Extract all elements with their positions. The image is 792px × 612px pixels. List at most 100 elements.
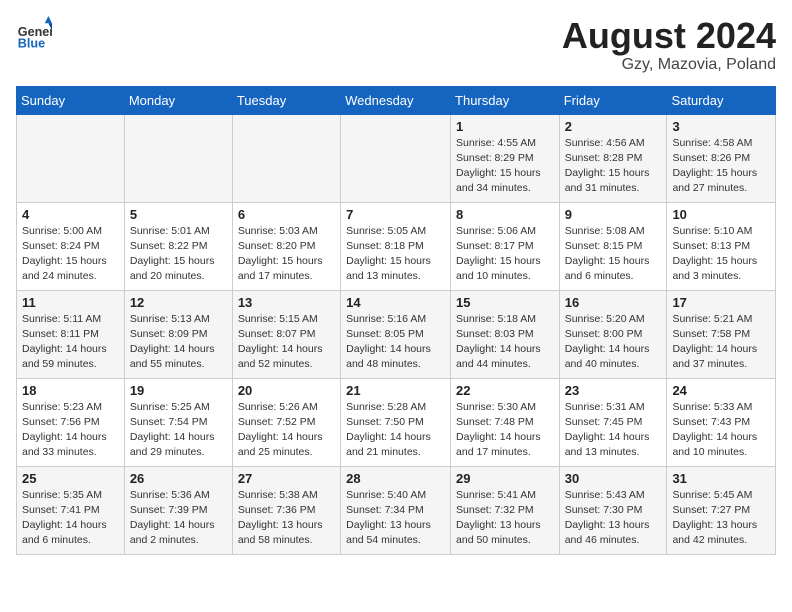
calendar-cell: 26 Sunrise: 5:36 AM Sunset: 7:39 PM Dayli… xyxy=(124,466,232,554)
calendar-week-row: 18 Sunrise: 5:23 AM Sunset: 7:56 PM Dayli… xyxy=(17,378,776,466)
calendar-cell: 8Sunrise: 5:06 AM Sunset: 8:17 PM Daylig… xyxy=(451,202,560,290)
day-number: 19 xyxy=(130,383,227,398)
day-info: Sunrise: 5:45 AM Sunset: 7:27 PM Dayligh… xyxy=(672,488,770,549)
calendar-cell: 5 Sunrise: 5:01 AM Sunset: 8:22 PM Daylig… xyxy=(124,202,232,290)
day-number: 10 xyxy=(672,207,770,222)
day-info: Sunrise: 5:01 AM Sunset: 8:22 PM Dayligh… xyxy=(130,224,227,285)
weekday-header-friday: Friday xyxy=(559,86,667,114)
calendar-week-row: 1 Sunrise: 4:55 AM Sunset: 8:29 PM Daylig… xyxy=(17,114,776,202)
day-number: 22 xyxy=(456,383,554,398)
day-number: 5 xyxy=(130,207,227,222)
calendar-cell: 2 Sunrise: 4:56 AM Sunset: 8:28 PM Daylig… xyxy=(559,114,667,202)
calendar-cell xyxy=(232,114,340,202)
day-info: Sunrise: 5:05 AM Sunset: 8:18 PM Dayligh… xyxy=(346,224,445,285)
calendar-cell: 20 Sunrise: 5:26 AM Sunset: 7:52 PM Dayli… xyxy=(232,378,340,466)
weekday-header-row: SundayMondayTuesdayWednesdayThursdayFrid… xyxy=(17,86,776,114)
day-info: Sunrise: 5:30 AM Sunset: 7:48 PM Dayligh… xyxy=(456,400,554,461)
svg-text:Blue: Blue xyxy=(18,37,45,51)
calendar-cell: 29 Sunrise: 5:41 AM Sunset: 7:32 PM Dayli… xyxy=(451,466,560,554)
day-info: Sunrise: 5:35 AM Sunset: 7:41 PM Dayligh… xyxy=(22,488,119,549)
day-number: 1 xyxy=(456,119,554,134)
calendar-cell: 12Sunrise: 5:13 AM Sunset: 8:09 PM Dayli… xyxy=(124,290,232,378)
day-info: Sunrise: 5:11 AM Sunset: 8:11 PM Dayligh… xyxy=(22,312,119,373)
calendar-cell: 30 Sunrise: 5:43 AM Sunset: 7:30 PM Dayli… xyxy=(559,466,667,554)
day-number: 4 xyxy=(22,207,119,222)
day-info: Sunrise: 5:03 AM Sunset: 8:20 PM Dayligh… xyxy=(238,224,335,285)
day-number: 25 xyxy=(22,471,119,486)
logo: General Blue xyxy=(16,16,52,52)
day-number: 27 xyxy=(238,471,335,486)
calendar-table: SundayMondayTuesdayWednesdayThursdayFrid… xyxy=(16,86,776,555)
calendar-cell: 19 Sunrise: 5:25 AM Sunset: 7:54 PM Dayli… xyxy=(124,378,232,466)
day-info: Sunrise: 5:38 AM Sunset: 7:36 PM Dayligh… xyxy=(238,488,335,549)
weekday-header-thursday: Thursday xyxy=(451,86,560,114)
day-number: 24 xyxy=(672,383,770,398)
day-info: Sunrise: 5:08 AM Sunset: 8:15 PM Dayligh… xyxy=(565,224,662,285)
calendar-cell: 17 Sunrise: 5:21 AM Sunset: 7:58 PM Dayli… xyxy=(667,290,776,378)
day-number: 28 xyxy=(346,471,445,486)
day-number: 13 xyxy=(238,295,335,310)
calendar-cell xyxy=(341,114,451,202)
day-number: 14 xyxy=(346,295,445,310)
day-info: Sunrise: 5:43 AM Sunset: 7:30 PM Dayligh… xyxy=(565,488,662,549)
title-block: August 2024 Gzy, Mazovia, Poland xyxy=(562,16,776,74)
calendar-cell: 16Sunrise: 5:20 AM Sunset: 8:00 PM Dayli… xyxy=(559,290,667,378)
day-number: 6 xyxy=(238,207,335,222)
calendar-cell: 18 Sunrise: 5:23 AM Sunset: 7:56 PM Dayli… xyxy=(17,378,125,466)
day-number: 2 xyxy=(565,119,662,134)
day-number: 31 xyxy=(672,471,770,486)
day-number: 17 xyxy=(672,295,770,310)
calendar-cell: 27 Sunrise: 5:38 AM Sunset: 7:36 PM Dayli… xyxy=(232,466,340,554)
day-number: 11 xyxy=(22,295,119,310)
day-number: 21 xyxy=(346,383,445,398)
calendar-cell: 9Sunrise: 5:08 AM Sunset: 8:15 PM Daylig… xyxy=(559,202,667,290)
calendar-cell: 15 Sunrise: 5:18 AM Sunset: 8:03 PM Dayli… xyxy=(451,290,560,378)
calendar-cell: 31 Sunrise: 5:45 AM Sunset: 7:27 PM Dayli… xyxy=(667,466,776,554)
day-info: Sunrise: 5:28 AM Sunset: 7:50 PM Dayligh… xyxy=(346,400,445,461)
calendar-week-row: 25 Sunrise: 5:35 AM Sunset: 7:41 PM Dayli… xyxy=(17,466,776,554)
weekday-header-wednesday: Wednesday xyxy=(341,86,451,114)
day-info: Sunrise: 5:26 AM Sunset: 7:52 PM Dayligh… xyxy=(238,400,335,461)
page-header: General Blue August 2024 Gzy, Mazovia, P… xyxy=(16,16,776,74)
day-info: Sunrise: 5:41 AM Sunset: 7:32 PM Dayligh… xyxy=(456,488,554,549)
calendar-cell: 25 Sunrise: 5:35 AM Sunset: 7:41 PM Dayli… xyxy=(17,466,125,554)
day-info: Sunrise: 5:25 AM Sunset: 7:54 PM Dayligh… xyxy=(130,400,227,461)
day-info: Sunrise: 5:21 AM Sunset: 7:58 PM Dayligh… xyxy=(672,312,770,373)
day-info: Sunrise: 5:23 AM Sunset: 7:56 PM Dayligh… xyxy=(22,400,119,461)
day-number: 26 xyxy=(130,471,227,486)
day-info: Sunrise: 5:33 AM Sunset: 7:43 PM Dayligh… xyxy=(672,400,770,461)
calendar-cell: 23 Sunrise: 5:31 AM Sunset: 7:45 PM Dayli… xyxy=(559,378,667,466)
day-info: Sunrise: 4:56 AM Sunset: 8:28 PM Dayligh… xyxy=(565,136,662,197)
calendar-cell: 4Sunrise: 5:00 AM Sunset: 8:24 PM Daylig… xyxy=(17,202,125,290)
calendar-cell: 1 Sunrise: 4:55 AM Sunset: 8:29 PM Daylig… xyxy=(451,114,560,202)
day-number: 18 xyxy=(22,383,119,398)
calendar-cell: 21 Sunrise: 5:28 AM Sunset: 7:50 PM Dayli… xyxy=(341,378,451,466)
day-number: 29 xyxy=(456,471,554,486)
day-number: 23 xyxy=(565,383,662,398)
weekday-header-tuesday: Tuesday xyxy=(232,86,340,114)
calendar-week-row: 4Sunrise: 5:00 AM Sunset: 8:24 PM Daylig… xyxy=(17,202,776,290)
day-info: Sunrise: 5:10 AM Sunset: 8:13 PM Dayligh… xyxy=(672,224,770,285)
month-year: August 2024 xyxy=(562,16,776,56)
day-number: 16 xyxy=(565,295,662,310)
calendar-cell: 28 Sunrise: 5:40 AM Sunset: 7:34 PM Dayli… xyxy=(341,466,451,554)
day-number: 3 xyxy=(672,119,770,134)
logo-icon: General Blue xyxy=(16,16,52,52)
day-info: Sunrise: 5:36 AM Sunset: 7:39 PM Dayligh… xyxy=(130,488,227,549)
weekday-header-monday: Monday xyxy=(124,86,232,114)
calendar-cell: 6 Sunrise: 5:03 AM Sunset: 8:20 PM Daylig… xyxy=(232,202,340,290)
calendar-cell xyxy=(17,114,125,202)
day-info: Sunrise: 5:40 AM Sunset: 7:34 PM Dayligh… xyxy=(346,488,445,549)
location: Gzy, Mazovia, Poland xyxy=(562,56,776,74)
day-number: 15 xyxy=(456,295,554,310)
day-number: 7 xyxy=(346,207,445,222)
day-info: Sunrise: 5:31 AM Sunset: 7:45 PM Dayligh… xyxy=(565,400,662,461)
calendar-cell: 3Sunrise: 4:58 AM Sunset: 8:26 PM Daylig… xyxy=(667,114,776,202)
day-info: Sunrise: 5:15 AM Sunset: 8:07 PM Dayligh… xyxy=(238,312,335,373)
day-number: 30 xyxy=(565,471,662,486)
day-number: 20 xyxy=(238,383,335,398)
day-info: Sunrise: 4:55 AM Sunset: 8:29 PM Dayligh… xyxy=(456,136,554,197)
calendar-week-row: 11 Sunrise: 5:11 AM Sunset: 8:11 PM Dayli… xyxy=(17,290,776,378)
day-info: Sunrise: 5:18 AM Sunset: 8:03 PM Dayligh… xyxy=(456,312,554,373)
calendar-cell: 14Sunrise: 5:16 AM Sunset: 8:05 PM Dayli… xyxy=(341,290,451,378)
